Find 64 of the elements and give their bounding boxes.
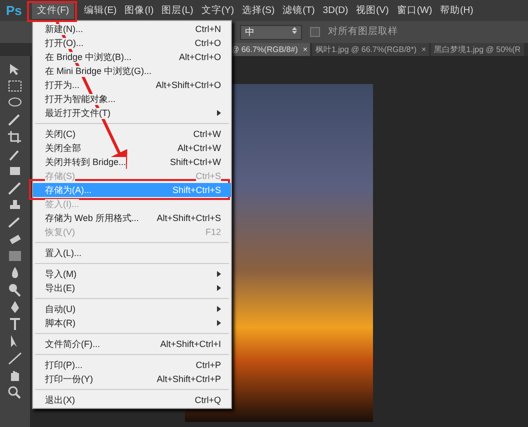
dodge-tool-icon[interactable] (7, 283, 23, 297)
menu-item[interactable]: 文字(Y) (198, 2, 237, 18)
menu-item[interactable]: 关闭(C) Ctrl+W (33, 127, 231, 141)
shortcut-label: Shift+Ctrl+W (170, 156, 221, 168)
shortcut-label: Alt+Ctrl+O (178, 52, 221, 62)
menu-item[interactable]: 文件简介(F)... Alt+Shift+Ctrl+I (33, 337, 231, 351)
menu-item[interactable]: 帮助(H) (437, 2, 476, 18)
shortcut-label: Ctrl+O (194, 38, 221, 48)
highlight-frame (27, 1, 77, 22)
menu-item[interactable]: 窗口(W) (394, 2, 436, 18)
shortcut-label: Alt+Shift+Ctrl+S (156, 212, 221, 224)
menu-item[interactable]: 在 Bridge 中浏览(B)... Alt+Ctrl+O (33, 50, 231, 64)
checkbox-label: 对所有图层取样 (328, 24, 398, 39)
menu-item[interactable]: 编辑(E) (81, 2, 120, 18)
menu-item[interactable]: 存储为 Web 所用格式... Alt+Shift+Ctrl+S (33, 211, 231, 225)
menu-item[interactable]: 3D(D) (320, 2, 352, 18)
shortcut-label: Ctrl+W (193, 128, 221, 140)
menu-item[interactable]: 视图(V) (353, 2, 392, 18)
shortcut-label: Alt+Shift+Ctrl+O (156, 80, 221, 90)
shortcut-label: Ctrl+N (195, 24, 221, 34)
close-button[interactable]: × (302, 43, 308, 56)
menu-item[interactable]: 置入(L)... (33, 246, 231, 260)
shortcut-label: Ctrl+Q (194, 394, 221, 406)
menu-item[interactable]: 导入(M) (33, 267, 231, 281)
menu-item[interactable]: 最近打开文件(T) (33, 106, 231, 120)
crop-tool-icon[interactable] (7, 130, 23, 144)
shortcut-label: Alt+Ctrl+W (177, 142, 221, 154)
eraser-tool-icon[interactable] (7, 232, 23, 246)
menu-item[interactable]: 图层(L) (158, 2, 196, 18)
menu-item[interactable]: 打印(P)... Ctrl+P (33, 358, 231, 372)
menu-item[interactable]: 导出(E) (33, 281, 231, 295)
checkbox[interactable] (310, 27, 320, 37)
marquee-tool-icon[interactable] (7, 79, 23, 93)
shortcut-label: Shift+Ctrl+S (172, 184, 221, 196)
menu-item[interactable]: 退出(X) Ctrl+Q (33, 393, 231, 407)
zoom-tool-icon[interactable] (7, 385, 23, 399)
document-tab[interactable]: 黑白梦境1.jpg @ 50%(R (431, 43, 524, 56)
menu-item[interactable]: 滤镜(T) (280, 2, 318, 18)
menu-item[interactable]: 打开(O)... Ctrl+O (33, 36, 231, 50)
menu-item[interactable]: 文件(F) (32, 2, 74, 18)
menu-item[interactable]: 新建(N)... Ctrl+N (33, 22, 231, 36)
menu-item[interactable]: 脚本(R) (33, 316, 231, 330)
shortcut-label: Alt+Shift+Ctrl+P (156, 374, 221, 384)
close-button[interactable]: × (422, 43, 426, 56)
shortcut-label: F12 (205, 226, 221, 238)
sample-dropdown[interactable]: 中 (240, 24, 302, 40)
spinner-icon (292, 26, 297, 34)
document-tab[interactable]: 枫叶1.jpg @ 66.7%(RGB/8*) × (312, 43, 430, 56)
menu-item[interactable]: 图像(I) (122, 2, 157, 18)
type-tool-icon[interactable] (7, 317, 23, 331)
line-tool-icon[interactable] (7, 351, 23, 365)
menu-item[interactable]: 自动(U) (33, 302, 231, 316)
menu-item[interactable]: 打开为... Alt+Shift+Ctrl+O (33, 78, 231, 92)
menu-item[interactable]: 选择(S) (238, 2, 278, 18)
menu-item[interactable]: 打印一份(Y) Alt+Shift+Ctrl+P (33, 372, 231, 386)
app-logo: Ps (6, 2, 22, 20)
shortcut-label: Ctrl+S (196, 170, 221, 182)
shortcut-label: Ctrl+P (196, 360, 221, 370)
shortcut-label: Alt+Shift+Ctrl+I (160, 338, 221, 350)
menu-item[interactable]: 在 Mini Bridge 中浏览(G)... (33, 64, 231, 78)
menu-item[interactable]: 关闭全部 Alt+Ctrl+W (33, 141, 231, 155)
menu-item[interactable]: 打开为智能对象... (33, 92, 231, 106)
stamp-tool-icon[interactable] (7, 198, 23, 212)
menu-item[interactable]: 关闭并转到 Bridge... Shift+Ctrl+W (33, 155, 231, 169)
